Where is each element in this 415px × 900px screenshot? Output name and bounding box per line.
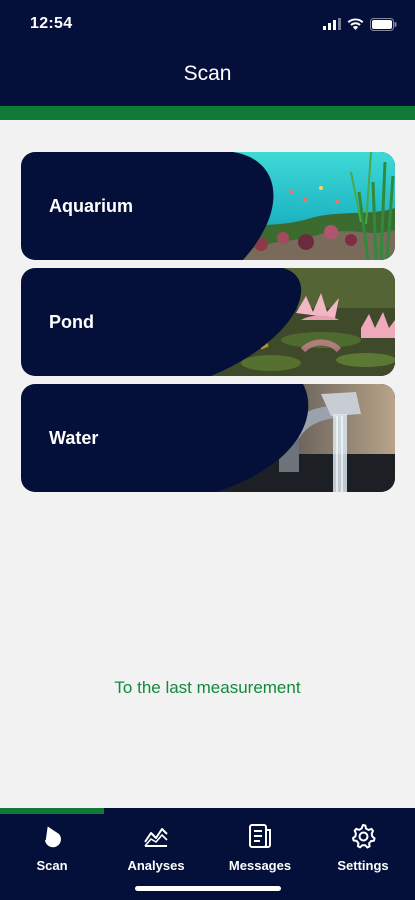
tab-label-scan: Scan <box>36 858 68 873</box>
tab-label-analyses: Analyses <box>127 858 185 873</box>
chart-icon <box>144 828 168 847</box>
wifi-icon <box>347 18 364 30</box>
battery-icon <box>370 17 397 31</box>
status-bar: 12:54 <box>0 0 415 48</box>
card-aquarium[interactable]: Aquarium <box>21 152 395 260</box>
page-title: Scan <box>183 62 232 85</box>
card-label-pond: Pond <box>49 311 94 332</box>
app-header: 12:54 Scan <box>0 0 415 106</box>
tab-settings[interactable]: Settings <box>311 822 415 884</box>
status-icons <box>323 16 397 32</box>
card-water[interactable]: Water <box>21 384 395 492</box>
tab-messages[interactable]: Messages <box>208 822 312 884</box>
scan-category-list: Aquarium Pond Water <box>21 152 395 500</box>
active-tab-indicator <box>0 808 104 814</box>
status-time: 12:54 <box>30 15 73 32</box>
tab-label-settings: Settings <box>337 858 389 873</box>
last-measurement-link[interactable]: To the last measurement <box>0 678 415 698</box>
card-pond[interactable]: Pond <box>21 268 395 376</box>
card-label-aquarium: Aquarium <box>49 195 134 216</box>
messages-icon <box>249 824 271 848</box>
cellular-signal-icon <box>323 18 341 30</box>
card-label-water: Water <box>49 427 99 448</box>
home-indicator <box>135 886 281 891</box>
tab-scan[interactable]: Scan <box>0 822 104 884</box>
droplet-icon <box>44 825 61 848</box>
bottom-tab-bar: Scan Analyses Messages Settings <box>0 808 415 900</box>
gear-icon <box>352 824 376 849</box>
header-accent-band <box>0 106 415 120</box>
tab-label-messages: Messages <box>228 858 292 873</box>
tab-analyses[interactable]: Analyses <box>104 822 208 884</box>
